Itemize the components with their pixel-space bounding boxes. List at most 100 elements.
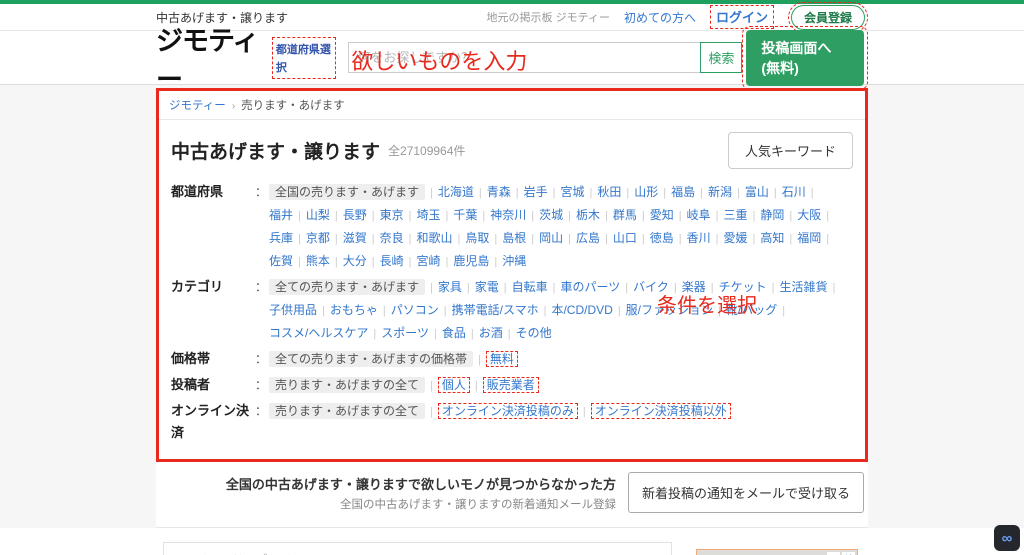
filter-link[interactable]: 大分 [343, 254, 367, 268]
filter-separator: | [663, 187, 667, 199]
filter-link[interactable]: 栃木 [576, 208, 600, 222]
first-time-link[interactable]: 初めての方へ [624, 9, 696, 26]
filter-link[interactable]: 本/CD/DVD [551, 303, 612, 317]
filter-link[interactable]: 車のパーツ [561, 280, 621, 294]
login-link[interactable]: ログイン [716, 10, 768, 25]
filter-link[interactable]: パソコン [391, 303, 439, 317]
filter-link[interactable]: おもちゃ [330, 303, 378, 317]
filter-link[interactable]: 京都 [306, 231, 330, 245]
car-video-ad[interactable]: ▷ ✕ [696, 549, 858, 555]
filter-link[interactable]: 個人 [437, 377, 470, 393]
filter-link[interactable]: 埼玉 [417, 208, 441, 222]
filter-colon: ： [255, 280, 268, 294]
filter-link[interactable]: お酒 [479, 326, 503, 340]
filter-link[interactable]: 北海道 [438, 185, 474, 199]
filter-link[interactable]: 沖縄 [502, 254, 526, 268]
filter-link[interactable]: 山口 [613, 231, 637, 245]
filter-row: 価格帯 ：全ての売ります・あげますの価格帯 | 無料 [171, 348, 853, 371]
filter-link[interactable]: 佐賀 [269, 254, 293, 268]
filter-link[interactable]: 滋賀 [343, 231, 367, 245]
search-input[interactable] [348, 42, 701, 73]
filter-link[interactable]: 携帯電話/スマホ [452, 303, 539, 317]
island-brain-ad[interactable]: アイランド・ブレイン 初期0円、1通20円の業界最安値 開く ▷⋮ [163, 542, 672, 555]
filter-link[interactable]: 鹿児島 [453, 254, 489, 268]
filter-link[interactable]: 高知 [760, 231, 784, 245]
filter-separator: | [605, 210, 608, 222]
filter-link[interactable]: 茨城 [539, 208, 563, 222]
filter-link[interactable]: 山形 [634, 185, 658, 199]
filter-link[interactable]: 鳥取 [465, 231, 489, 245]
filter-link[interactable]: 岡山 [539, 231, 563, 245]
filter-link[interactable]: 石川 [782, 185, 806, 199]
site-logo[interactable]: ジモティー [156, 19, 266, 97]
filter-link[interactable]: 長崎 [380, 254, 404, 268]
filter-link[interactable]: 自転車 [512, 280, 548, 294]
filter-separator: | [715, 233, 719, 245]
filter-link[interactable]: 島根 [502, 231, 526, 245]
breadcrumb: ジモティー › 売ります・あげます [159, 91, 865, 120]
filter-link[interactable]: 和歌山 [417, 231, 453, 245]
filter-link[interactable]: コスメ/ヘルスケア [269, 326, 368, 340]
filter-link[interactable]: オンライン決済投稿以外 [590, 403, 731, 419]
search-button[interactable]: 検索 [700, 42, 743, 73]
filter-link[interactable]: 宮城 [561, 185, 585, 199]
filter-link[interactable]: 東京 [380, 208, 404, 222]
post-button[interactable]: 投稿画面へ(無料) [746, 29, 864, 86]
filter-link[interactable]: 食品 [442, 326, 466, 340]
filter-link[interactable]: 愛媛 [724, 231, 748, 245]
filter-link[interactable]: 神奈川 [490, 208, 526, 222]
prefecture-select-button[interactable]: 都道府県選択 [276, 44, 331, 74]
filter-link[interactable]: 千葉 [453, 208, 477, 222]
filter-link[interactable]: 兵庫 [269, 231, 293, 245]
filter-link[interactable]: 無料 [485, 351, 518, 367]
email-notification-button[interactable]: 新着投稿の通知をメールで受け取る [627, 472, 864, 513]
popular-keywords-button[interactable]: 人気キーワード [727, 132, 853, 169]
filter-link[interactable]: その他 [516, 326, 552, 340]
filter-link[interactable]: 岩手 [524, 185, 548, 199]
filter-link[interactable]: 香川 [687, 231, 711, 245]
filter-link[interactable]: 家電 [475, 280, 499, 294]
post-button-annotation-box: 投稿画面へ(無料) [742, 25, 868, 90]
filter-link[interactable]: 三重 [724, 208, 748, 222]
filter-link[interactable]: 奈良 [380, 231, 404, 245]
filter-link[interactable]: 新潟 [708, 185, 732, 199]
filter-link[interactable]: 広島 [576, 231, 600, 245]
filter-link[interactable]: 生活雑貨 [780, 280, 828, 294]
filter-link[interactable]: 福岡 [797, 231, 821, 245]
filter-separator: | [678, 233, 682, 245]
filter-link[interactable]: 岐阜 [687, 208, 711, 222]
filter-link[interactable]: オンライン決済投稿のみ [437, 403, 578, 419]
filter-link[interactable]: 愛知 [650, 208, 674, 222]
filter-link[interactable]: 家具 [438, 280, 462, 294]
filter-link[interactable]: 徳島 [650, 231, 674, 245]
filter-separator: | [466, 282, 470, 294]
filter-link[interactable]: 福井 [269, 208, 293, 222]
filter-link[interactable]: 宮崎 [417, 254, 441, 268]
filter-link[interactable]: 熊本 [306, 254, 330, 268]
filter-link[interactable]: 秋田 [597, 185, 621, 199]
notification-section: 全国の中古あげます・譲りますで欲しいモノが見つからなかった方 全国の中古あげます… [156, 462, 868, 527]
filter-link[interactable]: 富山 [745, 185, 769, 199]
filter-link[interactable]: 山梨 [306, 208, 330, 222]
filter-colon: ： [255, 352, 268, 366]
filter-link[interactable]: 静岡 [760, 208, 784, 222]
conditions-annotation-frame: ジモティー › 売ります・あげます 中古あげます・譲ります 全27109964件 人… [156, 88, 868, 462]
filter-link[interactable]: 長野 [343, 208, 367, 222]
filter-link[interactable]: 大阪 [797, 208, 821, 222]
breadcrumb-home-link[interactable]: ジモティー [169, 100, 226, 112]
filter-separator: | [507, 328, 511, 340]
filter-separator: | [445, 256, 449, 268]
browser-extension-badge[interactable]: ∞ [994, 525, 1020, 551]
filter-link[interactable]: 販売業者 [482, 377, 539, 393]
filter-link[interactable]: 群馬 [613, 208, 637, 222]
filter-separator: | [715, 210, 719, 222]
filter-separator: | [457, 233, 461, 245]
filter-link[interactable]: 福島 [671, 185, 695, 199]
filter-link[interactable]: スポーツ [381, 326, 429, 340]
filter-link[interactable]: 子供用品 [269, 303, 317, 317]
filter-selected-chip: 売ります・あげますの全て [269, 403, 426, 419]
filter-link[interactable]: 青森 [487, 185, 511, 199]
filter-colon: ： [255, 404, 268, 418]
filter-separator: | [503, 282, 507, 294]
filter-separator: | [826, 210, 830, 222]
